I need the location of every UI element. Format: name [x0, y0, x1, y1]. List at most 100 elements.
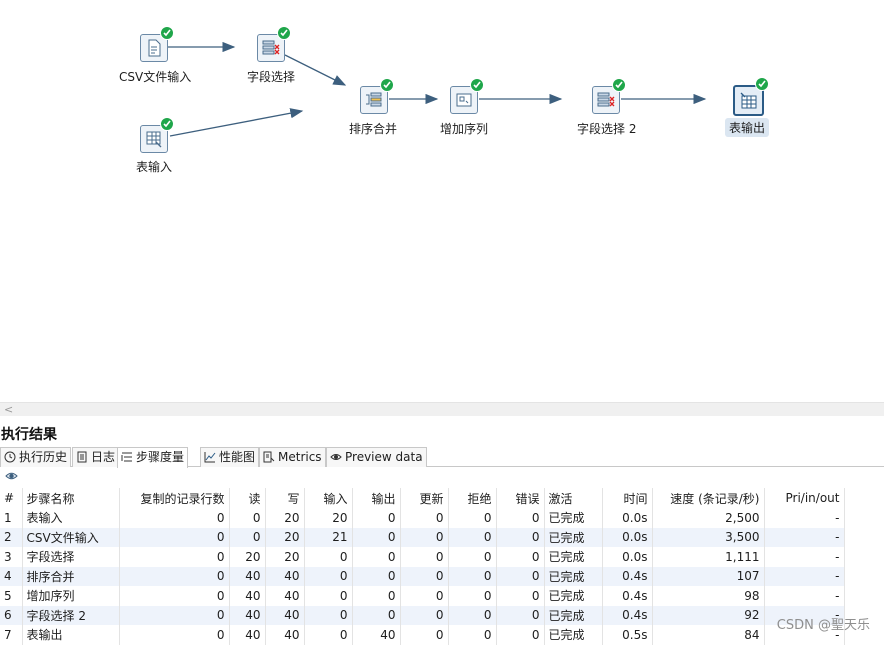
table-cell: 0: [119, 625, 230, 645]
col-header-input[interactable]: 输入: [304, 488, 353, 508]
tab-label: 步骤度量: [136, 450, 185, 464]
table-cell: 表输入: [22, 508, 120, 528]
table-cell: 1: [0, 508, 23, 528]
table-cell: 0: [229, 508, 266, 528]
results-tabs: 执行历史 日志 步骤度量 性能图 Metrics Preview data: [0, 447, 884, 468]
success-check-icon: [612, 78, 626, 92]
col-header-speed[interactable]: 速度 (条记录/秒): [652, 488, 765, 508]
table-cell: 0: [352, 547, 401, 567]
step-select-values-2[interactable]: [592, 78, 626, 114]
canvas-horizontal-scrollbar[interactable]: <: [0, 402, 884, 416]
col-header-index[interactable]: #: [0, 488, 23, 508]
col-header-step-name[interactable]: 步骤名称: [22, 488, 120, 508]
table-cell: 0: [496, 605, 545, 625]
col-header-copied-rows[interactable]: 复制的记录行数: [119, 488, 230, 508]
col-header-rejected[interactable]: 拒绝: [448, 488, 497, 508]
tab-log[interactable]: 日志: [72, 447, 120, 467]
table-cell: 0: [119, 586, 230, 606]
table-cell: CSV文件输入: [22, 527, 120, 547]
tab-label: Metrics: [278, 450, 322, 464]
table-cell: 0: [352, 605, 401, 625]
tab-preview-data[interactable]: Preview data: [326, 447, 427, 467]
table-cell: 0: [119, 527, 230, 547]
tab-performance-chart[interactable]: 性能图: [200, 447, 260, 467]
table-cell: 0: [400, 586, 449, 606]
table-cell: 0: [304, 605, 353, 625]
col-header-pri-in-out[interactable]: Pri/in/out: [764, 488, 845, 508]
table-cell: 0: [400, 547, 449, 567]
table-cell: 0: [400, 625, 449, 645]
table-cell: 20: [265, 508, 305, 528]
table-row[interactable]: 1 表输入 0 0 20 20 0 0 0 0 已完成 0.0s 2,500-: [0, 508, 845, 528]
col-header-write[interactable]: 写: [265, 488, 305, 508]
table-cell: 0: [400, 566, 449, 586]
table-cell: 0: [448, 605, 497, 625]
table-body: 1 表输入 0 0 20 20 0 0 0 0 已完成 0.0s 2,500-2 CSV文件输入 0 0 20 2…: [0, 508, 845, 645]
tab-label: 日志: [91, 450, 116, 464]
table-cell: 0.0s: [602, 547, 653, 567]
table-cell: -: [764, 586, 845, 606]
tab-execution-history[interactable]: 执行历史: [0, 447, 72, 467]
hop-table-input-to-merge[interactable]: [169, 108, 304, 137]
table-row[interactable]: 3 字段选择 0 20 20 0 0 0 0 0 已完成 0.0s 1,111-: [0, 547, 845, 567]
step-csv-input[interactable]: [140, 26, 174, 62]
table-cell: 0: [304, 586, 353, 606]
table-cell: 0: [304, 566, 353, 586]
scroll-left-icon[interactable]: <: [4, 403, 13, 416]
step-add-sequence[interactable]: [450, 78, 484, 114]
preview-eye-icon[interactable]: [5, 470, 18, 485]
step-select-values-1[interactable]: [257, 26, 291, 62]
table-row[interactable]: 6 字段选择 2 0 40 40 0 0 0 0 0 已完成 0.4s 92-: [0, 605, 845, 625]
step-label-select-values-2: 字段选择 2: [577, 122, 637, 136]
table-header-row: # 步骤名称 复制的记录行数 读 写 输入 输出 更新 拒绝 错误 激活 时间 …: [0, 488, 845, 508]
step-table-input[interactable]: [140, 117, 174, 153]
tab-step-metrics[interactable]: 步骤度量: [117, 447, 189, 468]
transformation-canvas[interactable]: CSV文件输入 字段选择 表输入 排序合并 增加序列 字段选择 2 表输出: [0, 0, 884, 400]
success-check-icon: [470, 78, 484, 92]
step-table-output[interactable]: [733, 77, 769, 116]
step-label-sorted-merge: 排序合并: [349, 122, 398, 136]
table-row[interactable]: 2 CSV文件输入 0 0 20 21 0 0 0 0 已完成 0.0s 3,500-: [0, 527, 845, 547]
col-header-read[interactable]: 读: [229, 488, 266, 508]
table-cell: 已完成: [544, 625, 603, 645]
table-cell: 40: [265, 566, 305, 586]
table-cell: 已完成: [544, 547, 603, 567]
table-cell: 2,500: [652, 508, 765, 528]
success-check-icon: [380, 78, 394, 92]
col-header-time[interactable]: 时间: [602, 488, 653, 508]
table-cell: 已完成: [544, 527, 603, 547]
table-cell: 0.0s: [602, 527, 653, 547]
table-cell: 21: [304, 527, 353, 547]
table-row[interactable]: 4 排序合并 0 40 40 0 0 0 0 0 已完成 0.4s 107-: [0, 566, 845, 586]
table-cell: 增加序列: [22, 586, 120, 606]
table-cell: 0: [496, 625, 545, 645]
metrics-icon: [263, 451, 275, 463]
table-cell: 20: [265, 527, 305, 547]
success-check-icon: [160, 26, 174, 40]
table-cell: 排序合并: [22, 566, 120, 586]
col-header-active[interactable]: 激活: [544, 488, 603, 508]
step-metrics-icon: [121, 452, 132, 462]
table-cell: 0: [352, 508, 401, 528]
col-header-output[interactable]: 输出: [352, 488, 401, 508]
table-cell: 0: [448, 566, 497, 586]
tab-label: 性能图: [219, 450, 256, 464]
table-cell: -: [764, 547, 845, 567]
table-cell: 40: [265, 586, 305, 606]
table-row[interactable]: 5 增加序列 0 40 40 0 0 0 0 0 已完成 0.4s 98-: [0, 586, 845, 606]
table-cell: 0: [448, 527, 497, 547]
tab-metrics[interactable]: Metrics: [259, 447, 326, 467]
col-header-update[interactable]: 更新: [400, 488, 449, 508]
table-cell: 0.4s: [602, 605, 653, 625]
results-panel-title: 执行结果: [1, 427, 57, 443]
table-cell: 5: [0, 586, 23, 606]
preview-toolbar: [0, 468, 884, 486]
table-cell: 0: [352, 527, 401, 547]
tab-label: Preview data: [345, 450, 423, 464]
table-cell: 0: [496, 508, 545, 528]
step-sorted-merge[interactable]: [360, 78, 394, 114]
col-header-errors[interactable]: 错误: [496, 488, 545, 508]
step-label-add-sequence: 增加序列: [440, 122, 489, 136]
table-cell: 3: [0, 547, 23, 567]
table-row[interactable]: 7 表输出 0 40 40 0 40 0 0 0 已完成 0.5s 84-: [0, 625, 845, 645]
